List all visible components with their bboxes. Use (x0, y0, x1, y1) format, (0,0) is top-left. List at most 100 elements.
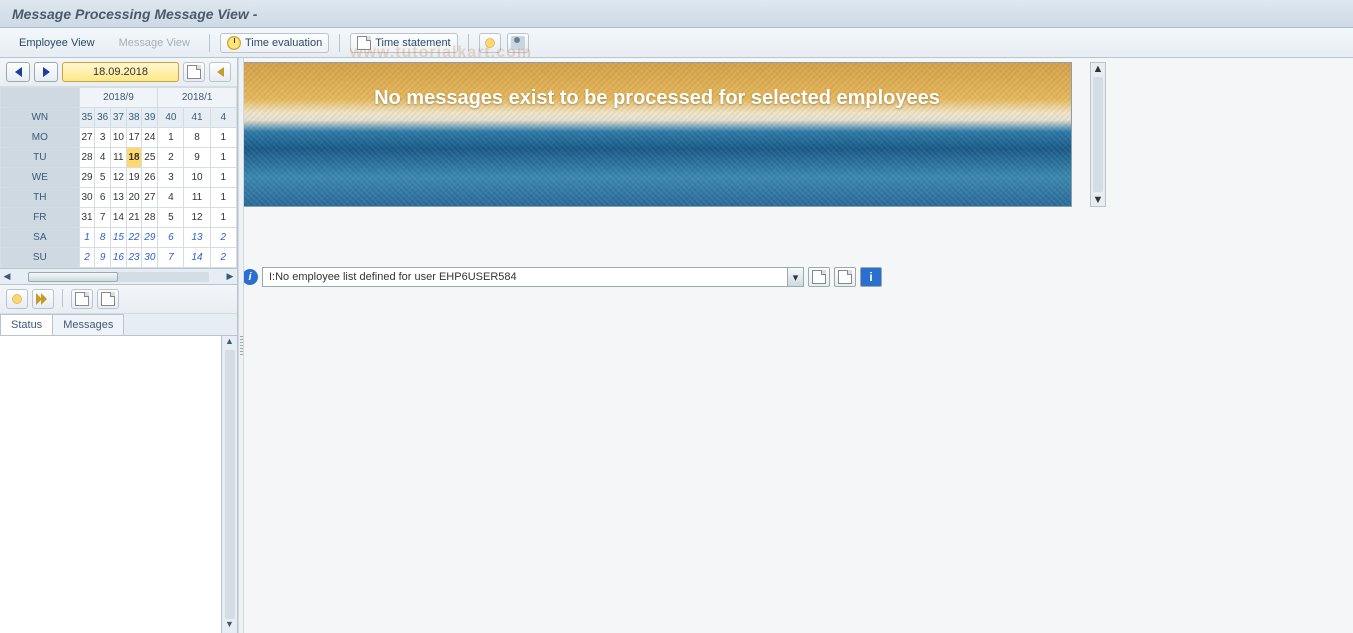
calendar-cell[interactable]: 9 (184, 148, 210, 168)
calendar-cell[interactable]: 14 (111, 208, 127, 228)
wn-label: WN (1, 108, 80, 128)
calendar-cell[interactable]: 16 (111, 248, 127, 268)
employee-view-button[interactable]: Employee View (10, 33, 104, 53)
calendar-cell[interactable]: 12 (111, 168, 127, 188)
right-pane: No messages exist to be processed for se… (238, 58, 1353, 633)
status-row: i I:No employee list defined for user EH… (242, 267, 882, 287)
calendar-cell[interactable]: 11 (184, 188, 210, 208)
calendar-cell[interactable]: 15 (111, 228, 127, 248)
calendar-cell[interactable]: 2 (210, 228, 236, 248)
calendar-cell[interactable]: 5 (158, 208, 184, 228)
calendar-cell[interactable]: 27 (142, 188, 158, 208)
calendar-cell[interactable]: 29 (142, 228, 158, 248)
refresh-button[interactable] (6, 289, 28, 309)
banner-message: No messages exist to be processed for se… (243, 87, 1071, 110)
date-navigation: 18.09.2018 (0, 58, 237, 87)
calendar-cell[interactable]: 7 (158, 248, 184, 268)
calendar-cell[interactable]: 1 (210, 168, 236, 188)
calendar-cell[interactable]: 10 (184, 168, 210, 188)
banner-wrap: No messages exist to be processed for se… (242, 62, 1089, 207)
scroll-thumb[interactable] (28, 272, 118, 282)
calendar-cell[interactable]: 19 (126, 168, 142, 188)
calendar-cell[interactable]: 14 (184, 248, 210, 268)
edit-button[interactable] (808, 267, 830, 287)
collapse-button[interactable] (209, 62, 231, 82)
calendar-cell[interactable]: 5 (95, 168, 111, 188)
calendar-cell[interactable]: 1 (210, 128, 236, 148)
calendar-hscroll[interactable]: ◀ ▶ (0, 268, 237, 284)
tab-messages[interactable]: Messages (52, 314, 124, 335)
calendar-cell[interactable]: 6 (95, 188, 111, 208)
tab-status[interactable]: Status (0, 314, 53, 335)
calendar-cell[interactable]: 9 (95, 248, 111, 268)
calendar-cell[interactable]: 22 (126, 228, 142, 248)
calendar-cell[interactable]: 29 (79, 168, 95, 188)
scroll-up-icon[interactable]: ▲ (222, 336, 237, 350)
calendar-cell[interactable]: 6 (158, 228, 184, 248)
scroll-right-icon[interactable]: ▶ (223, 271, 237, 282)
calendar-cell[interactable]: 2 (79, 248, 95, 268)
prev-date-button[interactable] (6, 62, 30, 82)
scroll-left-icon[interactable]: ◀ (0, 271, 14, 282)
calendar-cell[interactable]: 23 (126, 248, 142, 268)
left-vscroll[interactable]: ▲ ▼ (221, 336, 237, 633)
calendar-cell[interactable]: 12 (184, 208, 210, 228)
calendar-cell[interactable]: 13 (111, 188, 127, 208)
calendar-cell[interactable]: 26 (142, 168, 158, 188)
date-field[interactable]: 18.09.2018 (62, 62, 179, 82)
banner-vscroll[interactable]: ▲ ▼ (1090, 62, 1106, 207)
scroll-track[interactable] (28, 272, 209, 282)
info-button[interactable]: i (860, 267, 882, 287)
scroll-up-icon[interactable]: ▲ (1093, 63, 1104, 75)
calendar-cell[interactable]: 31 (79, 208, 95, 228)
calendar-cell[interactable]: 27 (79, 128, 95, 148)
calendar-cell[interactable]: 1 (158, 128, 184, 148)
calendar-cell[interactable]: 17 (126, 128, 142, 148)
calendar-cell[interactable]: 4 (158, 188, 184, 208)
calendar-cell[interactable]: 20 (126, 188, 142, 208)
calendar-cell[interactable]: 1 (210, 188, 236, 208)
calendar-cell[interactable]: 11 (111, 148, 127, 168)
time-statement-button[interactable]: Time statement (350, 33, 457, 53)
scroll-track[interactable] (1093, 77, 1103, 192)
calendar-cell[interactable]: 8 (184, 128, 210, 148)
user-button[interactable] (507, 33, 529, 53)
calendar-cell[interactable]: 1 (79, 228, 95, 248)
scroll-down-icon[interactable]: ▼ (222, 619, 237, 633)
calendar-cell[interactable]: 4 (95, 148, 111, 168)
left-toolbar (0, 285, 237, 314)
calendar-cell[interactable]: 30 (142, 248, 158, 268)
calendar-cell[interactable]: 24 (142, 128, 158, 148)
calendar-cell[interactable]: 8 (95, 228, 111, 248)
calendar-picker-button[interactable] (183, 62, 205, 82)
calendar-table[interactable]: 2018/9 2018/1 WN 35 36 37 38 39 40 41 4 … (0, 87, 237, 268)
calendar-cell[interactable]: 1 (210, 208, 236, 228)
settings-button[interactable] (479, 33, 501, 53)
calendar-cell[interactable]: 7 (95, 208, 111, 228)
calendar-cell[interactable]: 28 (142, 208, 158, 228)
calendar-cell[interactable]: 3 (95, 128, 111, 148)
copy-button[interactable] (834, 267, 856, 287)
calendar-cell[interactable]: 21 (126, 208, 142, 228)
scroll-track[interactable] (225, 350, 235, 619)
calendar-cell[interactable]: 13 (184, 228, 210, 248)
calendar-cell[interactable]: 3 (158, 168, 184, 188)
calendar-cell[interactable]: 25 (142, 148, 158, 168)
splitter-handle[interactable] (238, 58, 244, 633)
fast-forward-button[interactable] (32, 289, 54, 309)
calendar-cell[interactable]: 2 (158, 148, 184, 168)
calendar-cell[interactable]: 18 (126, 148, 142, 168)
calendar-cell[interactable]: 1 (210, 148, 236, 168)
scroll-down-icon[interactable]: ▼ (1093, 194, 1104, 206)
print-button[interactable] (71, 289, 93, 309)
layout-button[interactable] (97, 289, 119, 309)
status-message-field[interactable]: I:No employee list defined for user EHP6… (262, 267, 804, 287)
calendar-cell[interactable]: 30 (79, 188, 95, 208)
calendar-cell[interactable]: 2 (210, 248, 236, 268)
calendar-cell[interactable]: 28 (79, 148, 95, 168)
next-date-button[interactable] (34, 62, 58, 82)
time-evaluation-button[interactable]: Time evaluation (220, 33, 329, 53)
separator (339, 34, 340, 52)
dropdown-button[interactable]: ▾ (787, 268, 803, 286)
calendar-cell[interactable]: 10 (111, 128, 127, 148)
